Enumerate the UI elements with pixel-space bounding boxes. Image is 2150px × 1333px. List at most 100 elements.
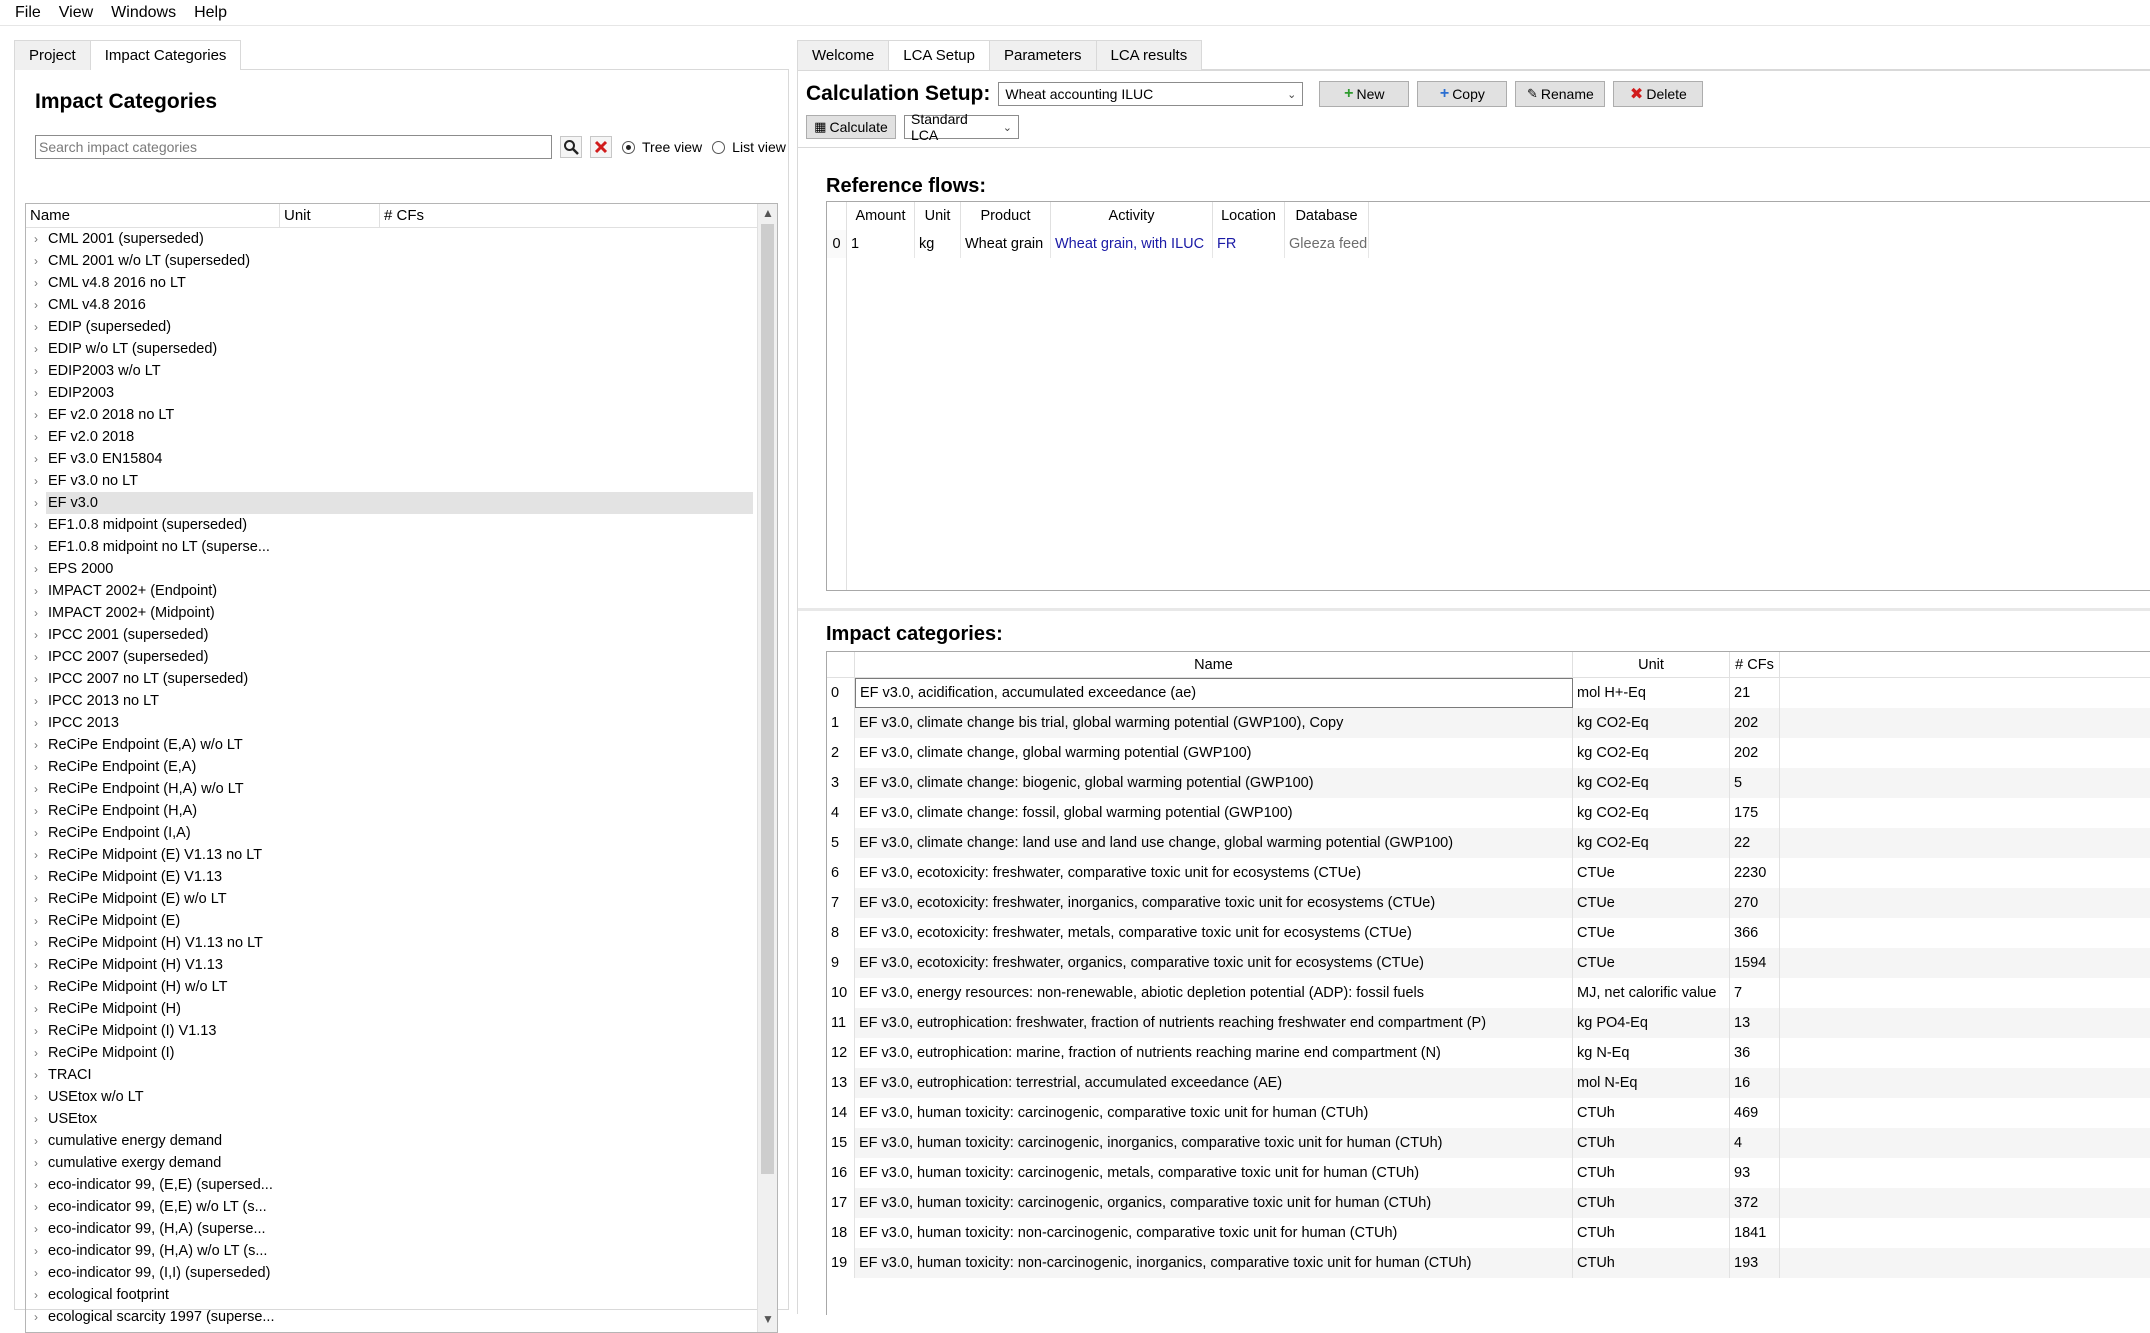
- tree-item[interactable]: › ReCiPe Midpoint (E) V1.13: [26, 866, 754, 888]
- tree-item[interactable]: › ReCiPe Midpoint (H) w/o LT: [26, 976, 754, 998]
- tree-item[interactable]: › EPS 2000: [26, 558, 754, 580]
- tree-view-radio[interactable]: Tree view: [622, 139, 702, 155]
- table-row[interactable]: 1 EF v3.0, climate change bis trial, glob…: [827, 708, 2150, 738]
- expand-chevron-icon[interactable]: ›: [26, 870, 46, 884]
- tree-item[interactable]: › eco-indicator 99, (H,A) w/o LT (s...: [26, 1240, 754, 1262]
- expand-chevron-icon[interactable]: ›: [26, 276, 46, 290]
- tree-item[interactable]: › IPCC 2007 (superseded): [26, 646, 754, 668]
- tree-item[interactable]: › ReCiPe Endpoint (E,A): [26, 756, 754, 778]
- expand-chevron-icon[interactable]: ›: [26, 518, 46, 532]
- tree-item[interactable]: › CML v4.8 2016 no LT: [26, 272, 754, 294]
- expand-chevron-icon[interactable]: ›: [26, 958, 46, 972]
- expand-chevron-icon[interactable]: ›: [26, 1266, 46, 1280]
- table-row[interactable]: 4 EF v3.0, climate change: fossil, global…: [827, 798, 2150, 828]
- tree-item[interactable]: › EF v3.0 EN15804: [26, 448, 754, 470]
- expand-chevron-icon[interactable]: ›: [26, 782, 46, 796]
- calculation-type-select[interactable]: Standard LCA ⌄: [904, 111, 1019, 143]
- tree-item[interactable]: › eco-indicator 99, (E,E) w/o LT (s...: [26, 1196, 754, 1218]
- list-view-radio[interactable]: List view: [712, 139, 786, 155]
- expand-chevron-icon[interactable]: ›: [26, 496, 46, 510]
- table-row[interactable]: 18 EF v3.0, human toxicity: non-carcinoge…: [827, 1218, 2150, 1248]
- imp-col-unit[interactable]: Unit: [1573, 652, 1730, 677]
- table-row[interactable]: 17 EF v3.0, human toxicity: carcinogenic,…: [827, 1188, 2150, 1218]
- expand-chevron-icon[interactable]: ›: [26, 364, 46, 378]
- tree-item[interactable]: › USEtox: [26, 1108, 754, 1130]
- ref-col-product[interactable]: Product: [961, 202, 1051, 230]
- menu-windows[interactable]: Windows: [102, 4, 185, 22]
- tree-item[interactable]: › cumulative exergy demand: [26, 1152, 754, 1174]
- tree-item[interactable]: › TRACI: [26, 1064, 754, 1086]
- expand-chevron-icon[interactable]: ›: [26, 1134, 46, 1148]
- calculation-setup-select[interactable]: Wheat accounting ILUC ⌄: [998, 82, 1304, 106]
- ref-col-amount[interactable]: Amount: [847, 202, 915, 230]
- tab-parameters[interactable]: Parameters: [988, 40, 1097, 70]
- tree-item[interactable]: › CML 2001 (superseded): [26, 228, 754, 250]
- tree-item[interactable]: › ReCiPe Endpoint (H,A) w/o LT: [26, 778, 754, 800]
- expand-chevron-icon[interactable]: ›: [26, 1002, 46, 1016]
- expand-chevron-icon[interactable]: ›: [26, 760, 46, 774]
- table-row[interactable]: 11 EF v3.0, eutrophication: freshwater, f…: [827, 1008, 2150, 1038]
- tree-item[interactable]: › eco-indicator 99, (H,A) (superse...: [26, 1218, 754, 1240]
- expand-chevron-icon[interactable]: ›: [26, 694, 46, 708]
- tree-item[interactable]: › eco-indicator 99, (I,I) (superseded): [26, 1262, 754, 1284]
- tree-item[interactable]: › ReCiPe Endpoint (H,A): [26, 800, 754, 822]
- tab-lca-results[interactable]: LCA results: [1095, 40, 1203, 70]
- tree-item[interactable]: › ReCiPe Midpoint (E) V1.13 no LT: [26, 844, 754, 866]
- table-row[interactable]: 15 EF v3.0, human toxicity: carcinogenic,…: [827, 1128, 2150, 1158]
- expand-chevron-icon[interactable]: ›: [26, 738, 46, 752]
- tree-item[interactable]: › USEtox w/o LT: [26, 1086, 754, 1108]
- tree-item[interactable]: › IPCC 2007 no LT (superseded): [26, 668, 754, 690]
- table-row[interactable]: 7 EF v3.0, ecotoxicity: freshwater, inorg…: [827, 888, 2150, 918]
- menu-file[interactable]: File: [6, 4, 50, 22]
- tree-item[interactable]: › ReCiPe Endpoint (E,A) w/o LT: [26, 734, 754, 756]
- menu-help[interactable]: Help: [185, 4, 236, 22]
- tree-item[interactable]: › IMPACT 2002+ (Midpoint): [26, 602, 754, 624]
- new-button[interactable]: + New: [1319, 81, 1410, 107]
- tree-item[interactable]: › EF v3.0 no LT: [26, 470, 754, 492]
- ref-col-unit[interactable]: Unit: [915, 202, 961, 230]
- tree-item[interactable]: › IPCC 2013 no LT: [26, 690, 754, 712]
- expand-chevron-icon[interactable]: ›: [26, 1222, 46, 1236]
- tree-item[interactable]: › ReCiPe Midpoint (E) w/o LT: [26, 888, 754, 910]
- expand-chevron-icon[interactable]: ›: [26, 320, 46, 334]
- tree-item[interactable]: › IPCC 2013: [26, 712, 754, 734]
- expand-chevron-icon[interactable]: ›: [26, 892, 46, 906]
- copy-button[interactable]: + Copy: [1417, 81, 1508, 107]
- expand-chevron-icon[interactable]: ›: [26, 980, 46, 994]
- tree-item[interactable]: › eco-indicator 99, (E,E) (supersed...: [26, 1174, 754, 1196]
- tree-scrollbar[interactable]: ▲ ▼: [757, 204, 777, 1332]
- tree-item[interactable]: › cumulative energy demand: [26, 1130, 754, 1152]
- expand-chevron-icon[interactable]: ›: [26, 430, 46, 444]
- table-row[interactable]: 12 EF v3.0, eutrophication: marine, fract…: [827, 1038, 2150, 1068]
- expand-chevron-icon[interactable]: ›: [26, 1310, 46, 1324]
- imp-col-cfs[interactable]: # CFs: [1730, 652, 1780, 677]
- expand-chevron-icon[interactable]: ›: [26, 386, 46, 400]
- expand-chevron-icon[interactable]: ›: [26, 1046, 46, 1060]
- tree-item[interactable]: › ReCiPe Midpoint (E): [26, 910, 754, 932]
- tree-item[interactable]: › ReCiPe Midpoint (I): [26, 1042, 754, 1064]
- calculate-button[interactable]: ▦ Calculate: [806, 115, 896, 139]
- tree-item[interactable]: › EDIP2003 w/o LT: [26, 360, 754, 382]
- ref-col-activity[interactable]: Activity: [1051, 202, 1213, 230]
- expand-chevron-icon[interactable]: ›: [26, 848, 46, 862]
- expand-chevron-icon[interactable]: ›: [26, 254, 46, 268]
- expand-chevron-icon[interactable]: ›: [26, 232, 46, 246]
- tree-item[interactable]: › IMPACT 2002+ (Endpoint): [26, 580, 754, 602]
- table-row[interactable]: 2 EF v3.0, climate change, global warming…: [827, 738, 2150, 768]
- expand-chevron-icon[interactable]: ›: [26, 584, 46, 598]
- scroll-thumb[interactable]: [761, 224, 774, 1174]
- search-icon[interactable]: [560, 136, 582, 158]
- tree-item[interactable]: › ecological scarcity 1997 (superse...: [26, 1306, 754, 1328]
- column-header-name[interactable]: Name: [26, 204, 280, 227]
- expand-chevron-icon[interactable]: ›: [26, 804, 46, 818]
- tree-item[interactable]: › EF v2.0 2018: [26, 426, 754, 448]
- tree-item[interactable]: › ReCiPe Midpoint (H): [26, 998, 754, 1020]
- tree-item[interactable]: › EF1.0.8 midpoint (superseded): [26, 514, 754, 536]
- tree-item[interactable]: › ReCiPe Midpoint (H) V1.13 no LT: [26, 932, 754, 954]
- expand-chevron-icon[interactable]: ›: [26, 1024, 46, 1038]
- expand-chevron-icon[interactable]: ›: [26, 1156, 46, 1170]
- expand-chevron-icon[interactable]: ›: [26, 650, 46, 664]
- table-row[interactable]: 16 EF v3.0, human toxicity: carcinogenic,…: [827, 1158, 2150, 1188]
- expand-chevron-icon[interactable]: ›: [26, 452, 46, 466]
- tab-lca-setup[interactable]: LCA Setup: [888, 40, 990, 71]
